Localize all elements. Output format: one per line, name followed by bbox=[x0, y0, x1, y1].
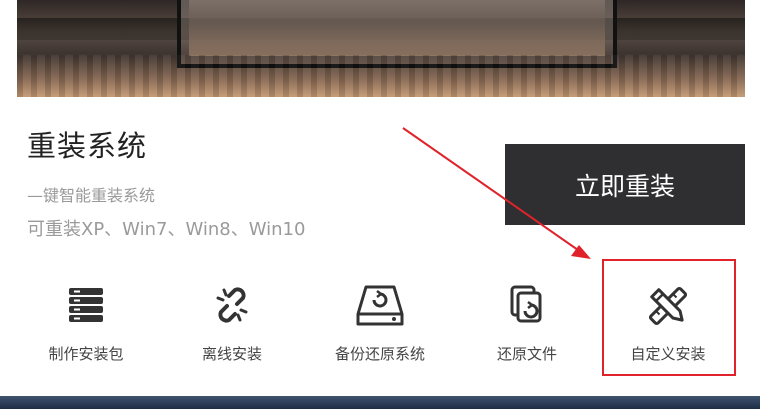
annotation-arrow bbox=[402, 127, 591, 259]
taskbar-edge bbox=[0, 396, 760, 409]
reinstall-panel: 重装系统 —键智能重装系统 可重装XP、Win7、Win8、Win10 立即重装… bbox=[0, 0, 760, 396]
